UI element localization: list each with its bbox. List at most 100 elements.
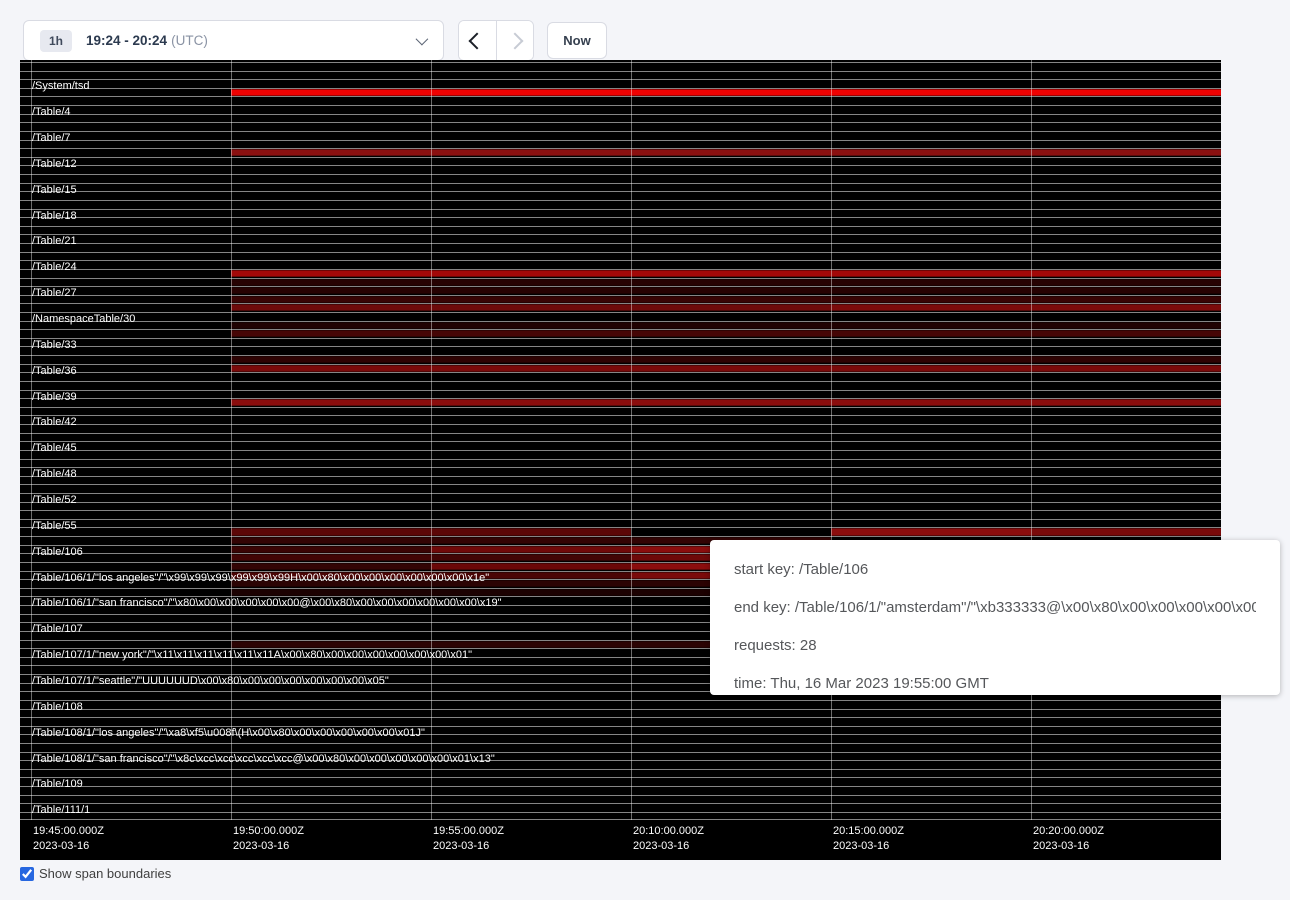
tooltip-end-key: end key: /Table/106/1/"amsterdam"/"\xb33… (734, 589, 1256, 627)
key-visualizer-page: 1h 19:24 - 20:24 (UTC) Now /System/tsd/T… (0, 0, 1290, 900)
time-range-nav (458, 20, 534, 61)
span-boundary-line (20, 415, 1221, 416)
row-label: /Table/108/1/"san francisco"/"\x8c\xcc\x… (32, 754, 495, 765)
row-label: /Table/39 (32, 392, 77, 403)
time-gridline (231, 60, 232, 820)
key-visualizer-canvas[interactable]: /System/tsd/Table/4/Table/7/Table/12/Tab… (20, 60, 1221, 860)
span-boundary-line (20, 252, 1221, 253)
heat-band[interactable] (831, 304, 1221, 311)
heat-band[interactable] (231, 330, 1221, 337)
row-label: /Table/42 (32, 417, 77, 428)
span-boundary-line (20, 433, 1221, 434)
row-label: /Table/33 (32, 340, 77, 351)
heat-band[interactable] (231, 89, 1221, 96)
span-boundary-line (20, 510, 1221, 511)
heat-band[interactable] (231, 365, 1221, 372)
hover-tooltip: start key: /Table/106 end key: /Table/10… (710, 540, 1280, 695)
x-tick-time: 20:20:00.000Z (1033, 824, 1104, 839)
time-range-label: 19:24 - 20:24 (86, 33, 167, 48)
row-label: /Table/36 (32, 366, 77, 377)
heat-band[interactable] (231, 563, 431, 570)
row-label: /Table/4 (32, 107, 71, 118)
time-gridline (631, 60, 632, 820)
now-button[interactable]: Now (547, 22, 607, 59)
span-boundary-line (20, 79, 1221, 80)
span-boundary-line (20, 183, 1221, 184)
heat-band[interactable] (231, 270, 1221, 277)
row-label: /Table/111/1 (32, 805, 90, 816)
prev-range-button[interactable] (459, 21, 496, 60)
row-label: /Table/12 (32, 159, 77, 170)
row-label: /Table/108 (32, 702, 83, 713)
x-tick: 20:10:00.000Z2023-03-16 (633, 824, 704, 854)
heat-band[interactable] (231, 149, 1221, 156)
span-boundary-line (20, 441, 1221, 442)
row-label: /Table/106 (32, 547, 83, 558)
span-boundary-line (20, 786, 1221, 787)
heat-band[interactable] (231, 304, 831, 311)
span-boundary-line (20, 803, 1221, 804)
chevron-down-icon (416, 33, 429, 46)
heat-band[interactable] (431, 563, 631, 570)
row-label: /Table/107/1/"seattle"/"UUUUUUD\x00\x80\… (32, 676, 389, 687)
time-gridline (431, 60, 432, 820)
next-range-button[interactable] (496, 21, 534, 60)
span-boundary-line (20, 122, 1221, 123)
x-tick-date: 2023-03-16 (633, 839, 704, 854)
heat-band[interactable] (231, 356, 1221, 363)
x-tick: 20:15:00.000Z2023-03-16 (833, 824, 904, 854)
span-boundary-line (20, 709, 1221, 710)
show-span-boundaries-checkbox[interactable] (20, 867, 34, 881)
span-boundary-line (20, 209, 1221, 210)
span-boundary-line (20, 312, 1221, 313)
x-tick: 20:20:00.000Z2023-03-16 (1033, 824, 1104, 854)
x-tick-date: 2023-03-16 (233, 839, 304, 854)
span-boundary-line (20, 467, 1221, 468)
tooltip-time: time: Thu, 16 Mar 2023 19:55:00 GMT (734, 665, 1256, 703)
span-boundary-line (20, 226, 1221, 227)
heat-band[interactable] (231, 546, 431, 553)
span-boundary-line (20, 819, 1221, 820)
heat-band[interactable] (431, 546, 631, 553)
tooltip-start-key: start key: /Table/106 (734, 551, 1256, 589)
row-label: /System/tsd (32, 81, 89, 92)
heat-band[interactable] (231, 296, 1221, 303)
span-boundary-line (20, 390, 1221, 391)
span-boundary-line (20, 217, 1221, 218)
x-tick-date: 2023-03-16 (1033, 839, 1104, 854)
span-boundary-line (20, 407, 1221, 408)
show-span-boundaries-label: Show span boundaries (39, 866, 171, 881)
span-boundary-line (20, 381, 1221, 382)
span-boundary-line (20, 234, 1221, 235)
span-boundary-line (20, 717, 1221, 718)
row-label: /Table/52 (32, 495, 77, 506)
x-tick-time: 19:50:00.000Z (233, 824, 304, 839)
row-label: /Table/55 (32, 521, 77, 532)
span-boundary-line (20, 424, 1221, 425)
span-boundary-line (20, 165, 1221, 166)
row-label: /Table/45 (32, 443, 77, 454)
span-boundary-line (20, 157, 1221, 158)
heat-band[interactable] (231, 287, 1221, 294)
heat-band[interactable] (231, 279, 1221, 286)
time-range-utc: (UTC) (171, 33, 208, 48)
row-label: /Table/107/1/"new york"/"\x11\x11\x11\x1… (32, 650, 472, 661)
time-range-select[interactable]: 1h 19:24 - 20:24 (UTC) (23, 20, 444, 61)
span-boundary-line (20, 174, 1221, 175)
row-label: /Table/107 (32, 624, 83, 635)
heatmap-grid[interactable]: /System/tsd/Table/4/Table/7/Table/12/Tab… (20, 60, 1221, 820)
x-tick-time: 19:55:00.000Z (433, 824, 504, 839)
span-boundary-line (20, 812, 1221, 813)
row-label: /Table/106/1/"los angeles"/"\x99\x99\x99… (32, 573, 489, 584)
x-tick-time: 19:45:00.000Z (33, 824, 104, 839)
heat-band[interactable] (831, 528, 1031, 535)
heat-band[interactable] (231, 322, 1221, 329)
span-boundary-line (20, 777, 1221, 778)
span-boundary-line (20, 484, 1221, 485)
heat-band[interactable] (1031, 528, 1221, 535)
x-tick-date: 2023-03-16 (33, 839, 104, 854)
span-boundary-line (20, 260, 1221, 261)
heat-band[interactable] (231, 399, 1221, 406)
chevron-left-icon (469, 32, 486, 49)
span-boundary-line (20, 114, 1221, 115)
